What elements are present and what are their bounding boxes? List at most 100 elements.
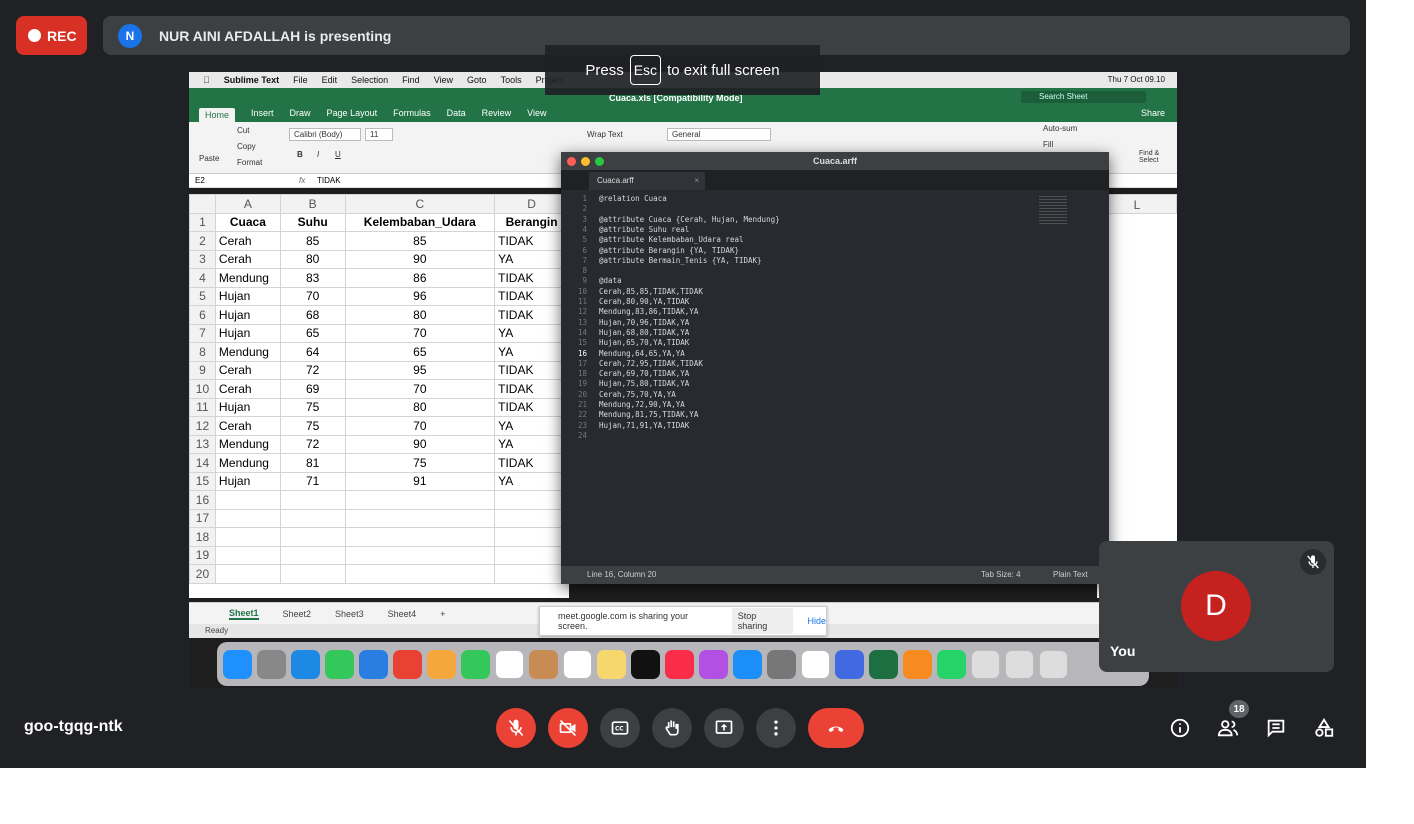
column-header[interactable]: C <box>344 194 496 214</box>
dock-calendar-icon[interactable] <box>495 649 524 679</box>
row-header[interactable]: 5 <box>189 286 216 306</box>
dock-facetime-icon[interactable] <box>461 649 490 679</box>
row-header[interactable]: 14 <box>189 453 216 473</box>
cell[interactable]: Hujan <box>214 286 281 306</box>
cell[interactable] <box>344 545 496 565</box>
tab-review[interactable]: Review <box>482 108 512 122</box>
cell[interactable]: 85 <box>344 231 496 251</box>
cell[interactable]: Mendung <box>214 434 281 454</box>
excel-share-button[interactable]: Share <box>1141 108 1165 118</box>
bold-button[interactable]: B <box>297 150 303 159</box>
cell[interactable] <box>279 490 346 510</box>
cell[interactable]: 71 <box>279 471 346 491</box>
dock-photos-icon[interactable] <box>427 649 456 679</box>
cell[interactable]: Hujan <box>214 323 281 343</box>
cell[interactable] <box>214 545 281 565</box>
menu-find[interactable]: Find <box>402 75 420 85</box>
row-header[interactable]: 3 <box>189 249 216 269</box>
dock-finder-icon[interactable] <box>223 649 252 679</box>
row-header[interactable]: 20 <box>189 564 216 584</box>
column-header[interactable]: A <box>214 194 281 214</box>
row-header[interactable]: 19 <box>189 545 216 565</box>
cell[interactable]: 90 <box>344 434 496 454</box>
dock-window-icon[interactable] <box>1039 649 1068 679</box>
cell[interactable]: 95 <box>344 360 496 380</box>
cell[interactable] <box>214 508 281 528</box>
column-header-l[interactable]: L <box>1097 194 1177 214</box>
add-sheet-button[interactable]: + <box>440 609 445 619</box>
row-header[interactable]: 17 <box>189 508 216 528</box>
tab-view[interactable]: View <box>527 108 546 122</box>
cell[interactable]: YA <box>494 434 569 454</box>
cell[interactable]: 69 <box>279 379 346 399</box>
find-select-button[interactable]: Find & Select <box>1139 150 1159 164</box>
cut-button[interactable]: Cut <box>237 126 249 135</box>
cell[interactable]: YA <box>494 323 569 343</box>
dock-system-preferences-icon[interactable] <box>767 649 796 679</box>
cell[interactable] <box>279 527 346 547</box>
cell[interactable]: TIDAK <box>494 268 569 288</box>
cell[interactable]: 75 <box>279 416 346 436</box>
cell[interactable]: 70 <box>344 379 496 399</box>
cell[interactable]: Berangin <box>494 212 569 232</box>
row-header[interactable]: 12 <box>189 416 216 436</box>
mic-toggle-button[interactable] <box>496 708 536 748</box>
cell[interactable] <box>279 545 346 565</box>
dock-maps-icon[interactable] <box>393 649 422 679</box>
cell[interactable]: Hujan <box>214 471 281 491</box>
dock-messages-icon[interactable] <box>325 649 354 679</box>
dock-mail-icon[interactable] <box>359 649 388 679</box>
stop-sharing-button[interactable]: Stop sharing <box>731 608 794 634</box>
people-button[interactable] <box>1216 716 1240 740</box>
cell[interactable]: TIDAK <box>494 231 569 251</box>
cell[interactable]: Hujan <box>214 397 281 417</box>
dock-music-icon[interactable] <box>665 649 694 679</box>
cell[interactable] <box>494 527 569 547</box>
number-format-select[interactable]: General <box>667 128 771 141</box>
cell[interactable]: 75 <box>279 397 346 417</box>
cell[interactable] <box>214 527 281 547</box>
cell[interactable]: 65 <box>279 323 346 343</box>
cell[interactable]: Cuaca <box>214 212 281 232</box>
camera-toggle-button[interactable] <box>548 708 588 748</box>
cell[interactable]: Mendung <box>214 453 281 473</box>
tab-page-layout[interactable]: Page Layout <box>327 108 378 122</box>
cell[interactable]: TIDAK <box>494 360 569 380</box>
cell[interactable]: Kelembaban_Udara <box>344 212 496 232</box>
row-header[interactable]: 18 <box>189 527 216 547</box>
present-button[interactable] <box>704 708 744 748</box>
meeting-details-button[interactable] <box>1168 716 1192 740</box>
cell[interactable] <box>494 508 569 528</box>
cell[interactable]: 75 <box>344 453 496 473</box>
formula-input[interactable]: TIDAK <box>317 174 341 188</box>
font-size-select[interactable]: 11 <box>365 128 393 141</box>
dock-chrome-icon[interactable] <box>801 649 830 679</box>
minimap[interactable] <box>1039 196 1067 226</box>
dock-whatsapp-icon[interactable] <box>937 649 966 679</box>
cell[interactable]: TIDAK <box>494 286 569 306</box>
cell[interactable] <box>494 545 569 565</box>
cell[interactable]: 72 <box>279 434 346 454</box>
row-header[interactable]: 1 <box>189 212 216 232</box>
row-header[interactable]: 4 <box>189 268 216 288</box>
excel-search[interactable]: Search Sheet <box>1021 91 1146 103</box>
format-painter-button[interactable]: Format <box>237 158 262 167</box>
cell[interactable] <box>344 564 496 584</box>
cell[interactable]: TIDAK <box>494 453 569 473</box>
cell[interactable]: 90 <box>344 249 496 269</box>
menu-edit[interactable]: Edit <box>322 75 338 85</box>
cell[interactable]: 70 <box>279 286 346 306</box>
row-header[interactable]: 11 <box>189 397 216 417</box>
raise-hand-button[interactable] <box>652 708 692 748</box>
activities-button[interactable] <box>1312 716 1336 740</box>
dock-screen-share-icon[interactable] <box>835 649 864 679</box>
self-view-tile[interactable]: D You <box>1099 541 1334 672</box>
cell[interactable]: 83 <box>279 268 346 288</box>
tab-insert[interactable]: Insert <box>251 108 274 122</box>
dock-app-store-icon[interactable] <box>733 649 762 679</box>
cell[interactable] <box>279 508 346 528</box>
cell[interactable] <box>344 490 496 510</box>
dock-tv-icon[interactable] <box>631 649 660 679</box>
menu-view[interactable]: View <box>434 75 453 85</box>
tab-data[interactable]: Data <box>447 108 466 122</box>
